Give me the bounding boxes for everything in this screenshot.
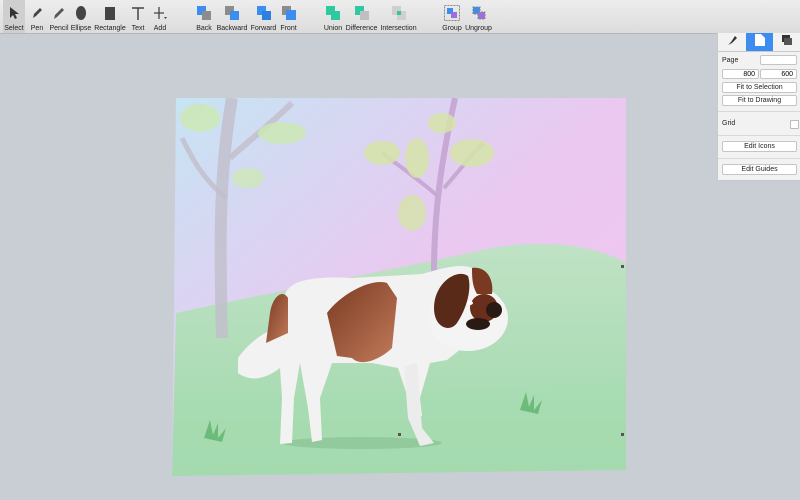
tool-label: Ungroup [465, 25, 492, 32]
tool-label: Add [153, 25, 167, 32]
difference-icon [354, 5, 370, 21]
drawing-illustration[interactable] [172, 98, 632, 478]
tool-label: Ellipse [70, 25, 92, 32]
inspector-panel: Page 800 600 Fit to Selection Fit to Dra… [717, 33, 800, 181]
tool-select[interactable]: Select [3, 0, 25, 33]
brush-icon [726, 33, 738, 51]
bring-forward-icon [256, 5, 272, 21]
tool-text[interactable]: Text [129, 0, 147, 33]
tab-layers[interactable] [773, 33, 800, 51]
tool-label: Pen [30, 25, 44, 32]
selection-handle[interactable] [621, 265, 624, 268]
tool-intersection[interactable]: Intersection [380, 0, 417, 33]
tool-front[interactable]: Front [278, 0, 299, 33]
union-icon [325, 5, 341, 21]
page-label: Page [722, 57, 739, 64]
inspector-tabs [718, 33, 800, 52]
divider [718, 135, 800, 136]
page-height-field[interactable]: 600 [760, 69, 797, 79]
send-backward-icon [224, 5, 240, 21]
ungroup-icon [471, 5, 487, 21]
tool-label: Text [131, 25, 145, 32]
tool-label: Intersection [380, 25, 417, 32]
tab-style[interactable] [718, 33, 746, 51]
tool-ungroup[interactable]: Ungroup [464, 0, 493, 33]
selection-handle[interactable] [398, 433, 401, 436]
bring-front-icon [281, 5, 297, 21]
group-icon [444, 5, 460, 21]
page-name-field[interactable] [760, 55, 797, 65]
edit-icons-button[interactable]: Edit Icons [722, 141, 797, 152]
tool-label: Difference [345, 25, 378, 32]
tool-label: Forward [250, 25, 277, 32]
tool-back[interactable]: Back [193, 0, 215, 33]
pencil-icon [51, 5, 67, 21]
toolbar: Select Pen Pencil Ellipse Rectangle Text… [0, 0, 800, 34]
tool-pencil[interactable]: Pencil [48, 0, 70, 33]
tool-ellipse[interactable]: Ellipse [70, 0, 92, 33]
tool-label: Back [196, 25, 212, 32]
ellipse-icon [73, 5, 89, 21]
selection-handle[interactable] [621, 433, 624, 436]
layers-icon [781, 33, 793, 51]
send-back-icon [196, 5, 212, 21]
tool-label: Union [323, 25, 343, 32]
tool-label: Backward [216, 25, 248, 32]
divider [718, 111, 800, 112]
tool-forward[interactable]: Forward [250, 0, 277, 33]
tool-label: Select [4, 25, 24, 32]
tool-backward[interactable]: Backward [216, 0, 248, 33]
tool-label: Rectangle [94, 25, 126, 32]
document-icon [754, 33, 765, 51]
tool-rectangle[interactable]: Rectangle [94, 0, 126, 33]
tool-add[interactable]: Add [151, 0, 169, 33]
tool-label: Pencil [49, 25, 69, 32]
text-icon [130, 5, 146, 21]
plus-icon [152, 5, 168, 21]
tab-document[interactable] [745, 33, 774, 51]
tool-label: Front [280, 25, 297, 32]
drawing-canvas[interactable] [0, 34, 800, 500]
grid-checkbox[interactable] [790, 120, 799, 129]
arrow-cursor-icon [6, 5, 22, 21]
pen-icon [29, 5, 45, 21]
tool-group[interactable]: Group [441, 0, 463, 33]
grid-label: Grid [722, 120, 736, 127]
rectangle-icon [102, 5, 118, 21]
tool-difference[interactable]: Difference [345, 0, 378, 33]
intersection-icon [391, 5, 407, 21]
page-width-field[interactable]: 800 [722, 69, 759, 79]
fit-to-selection-button[interactable]: Fit to Selection [722, 82, 797, 93]
tool-pen[interactable]: Pen [27, 0, 47, 33]
divider [718, 158, 800, 159]
fit-to-drawing-button[interactable]: Fit to Drawing [722, 95, 797, 106]
tool-label: Group [442, 25, 462, 32]
edit-guides-button[interactable]: Edit Guides [722, 164, 797, 175]
tool-union[interactable]: Union [322, 0, 344, 33]
